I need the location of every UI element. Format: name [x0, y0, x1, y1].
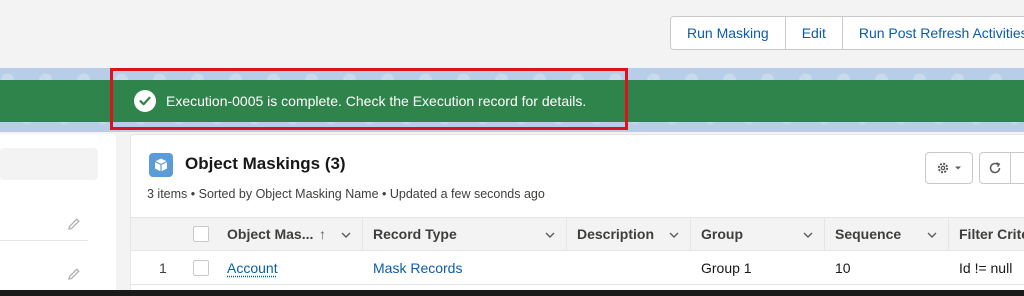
- column-label: Filter Crite: [959, 226, 1024, 242]
- left-panel-header: [0, 148, 98, 180]
- left-panel-divider: [0, 240, 88, 241]
- edit-button[interactable]: Edit: [785, 17, 843, 49]
- chevron-down-icon[interactable]: [926, 229, 938, 241]
- bottom-dock-strip: [0, 290, 1024, 296]
- caret-down-icon: [955, 166, 961, 170]
- column-header-record-type[interactable]: Record Type: [363, 218, 567, 250]
- chevron-down-icon[interactable]: [544, 229, 556, 241]
- column-label: Object Mas...: [227, 226, 314, 242]
- row-select-checkbox[interactable]: [193, 260, 209, 276]
- column-label: Record Type: [373, 226, 457, 242]
- run-post-refresh-activities-button[interactable]: Run Post Refresh Activities: [842, 17, 1024, 49]
- column-label: Description: [577, 226, 655, 242]
- refresh-button[interactable]: [979, 152, 1011, 184]
- column-header-description[interactable]: Description: [567, 218, 691, 250]
- record-header: Run Masking Edit Run Post Refresh Activi…: [0, 0, 1024, 68]
- action-button-group: Run Masking Edit Run Post Refresh Activi…: [670, 16, 1024, 50]
- edit-pencil-icon[interactable]: [66, 266, 82, 282]
- list-settings-button[interactable]: [925, 152, 973, 184]
- row-number: 1: [159, 260, 167, 276]
- related-list-summary: 3 items • Sorted by Object Masking Name …: [147, 187, 545, 201]
- group-cell: Group 1: [701, 260, 752, 276]
- edit-pencil-icon[interactable]: [66, 216, 82, 232]
- chevron-down-icon[interactable]: [668, 229, 680, 241]
- column-header-sequence[interactable]: Sequence: [825, 218, 949, 250]
- filter-criteria-cell: Id != null: [959, 260, 1013, 276]
- cube-icon: [149, 153, 173, 177]
- table-row: 1 Account Mask Records Group 1 10 Id != …: [131, 251, 1024, 285]
- highlight-annotation-box: [110, 68, 628, 130]
- record-type-link[interactable]: Mask Records: [373, 251, 462, 285]
- sequence-cell: 10: [835, 260, 851, 276]
- column-header-object-masking[interactable]: Object Mas... ↑: [217, 218, 363, 250]
- run-masking-button[interactable]: Run Masking: [671, 17, 786, 49]
- column-label: Sequence: [835, 226, 902, 242]
- column-header-filter-criteria[interactable]: Filter Crite: [949, 218, 1024, 250]
- left-detail-panel: [0, 134, 116, 296]
- select-all-checkbox[interactable]: [193, 226, 209, 242]
- column-label: Group: [701, 226, 743, 242]
- object-maskings-related-list: Object Maskings (3) 3 items • Sorted by …: [130, 134, 1024, 296]
- refresh-icon: [989, 162, 1001, 174]
- sort-ascending-icon: ↑: [319, 226, 326, 242]
- chevron-down-icon[interactable]: [340, 229, 352, 241]
- gear-icon: [937, 162, 949, 174]
- column-header-group[interactable]: Group: [691, 218, 825, 250]
- more-actions-button[interactable]: [1011, 152, 1024, 184]
- chevron-down-icon[interactable]: [802, 229, 814, 241]
- object-masking-link[interactable]: Account: [227, 251, 278, 285]
- related-list-title[interactable]: Object Maskings (3): [185, 154, 346, 174]
- table-header-row: Object Mas... ↑ Record Type Description …: [131, 217, 1024, 251]
